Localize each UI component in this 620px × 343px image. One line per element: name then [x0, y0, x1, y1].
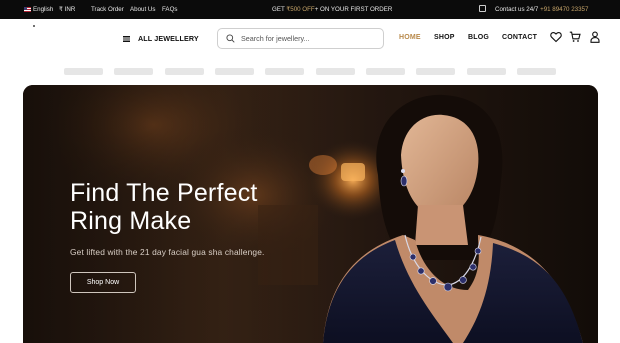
main-header: ALL JEWELLERY HOME SHOP BLOG CONTACT: [0, 19, 620, 59]
nav-home[interactable]: HOME: [399, 34, 421, 41]
currency-selector[interactable]: ₹ INR: [59, 0, 75, 19]
search-icon: [226, 34, 235, 43]
category-placeholder[interactable]: [165, 68, 204, 75]
promo-prefix: GET: [272, 6, 287, 13]
category-placeholder[interactable]: [215, 68, 254, 75]
all-jewellery-label: ALL JEWELLERY: [138, 34, 199, 43]
category-placeholder[interactable]: [316, 68, 355, 75]
language-label: English: [33, 6, 54, 13]
contact-phone[interactable]: +91 89470 23357: [540, 6, 588, 13]
promo-banner: GET ₹500 OFF+ ON YOUR FIRST ORDER: [272, 0, 392, 19]
category-placeholder[interactable]: [416, 68, 455, 75]
category-placeholder[interactable]: [467, 68, 506, 75]
promo-suffix: + ON YOUR FIRST ORDER: [314, 6, 393, 13]
contact-label: Contact us 24/7: [495, 6, 539, 13]
hero-title: Find The Perfect Ring Make: [70, 179, 258, 235]
promo-highlight: ₹500 OFF: [286, 6, 315, 13]
phone-icon: [479, 5, 486, 12]
hamburger-icon: [123, 35, 130, 42]
about-us-link[interactable]: About Us: [130, 0, 155, 19]
search-box[interactable]: [217, 28, 384, 49]
user-icon[interactable]: [589, 31, 601, 43]
category-placeholder[interactable]: [64, 68, 103, 75]
hero-subtitle: Get lifted with the 21 day facial gua sh…: [70, 247, 265, 257]
faqs-link[interactable]: FAQs: [162, 0, 177, 19]
cart-icon[interactable]: [569, 31, 581, 43]
category-placeholder[interactable]: [366, 68, 405, 75]
shop-now-button[interactable]: Shop Now: [70, 272, 136, 293]
hero-banner: Find The Perfect Ring Make Get lifted wi…: [23, 85, 598, 343]
nav-blog[interactable]: BLOG: [468, 34, 489, 41]
logo[interactable]: [33, 25, 35, 27]
language-selector[interactable]: English: [24, 0, 53, 19]
top-bar: English ₹ INR Track Order About Us FAQs …: [0, 0, 620, 19]
us-flag-icon: [24, 6, 31, 12]
heart-icon[interactable]: [550, 31, 562, 43]
category-placeholder[interactable]: [114, 68, 153, 75]
nav-shop[interactable]: SHOP: [434, 34, 455, 41]
all-jewellery-menu[interactable]: ALL JEWELLERY: [123, 33, 199, 44]
category-placeholder[interactable]: [517, 68, 556, 75]
category-placeholder[interactable]: [265, 68, 304, 75]
search-input[interactable]: [241, 34, 371, 43]
track-order-link[interactable]: Track Order: [91, 0, 124, 19]
contact-info: Contact us 24/7 +91 89470 23357: [479, 0, 588, 19]
nav-contact[interactable]: CONTACT: [502, 34, 537, 41]
